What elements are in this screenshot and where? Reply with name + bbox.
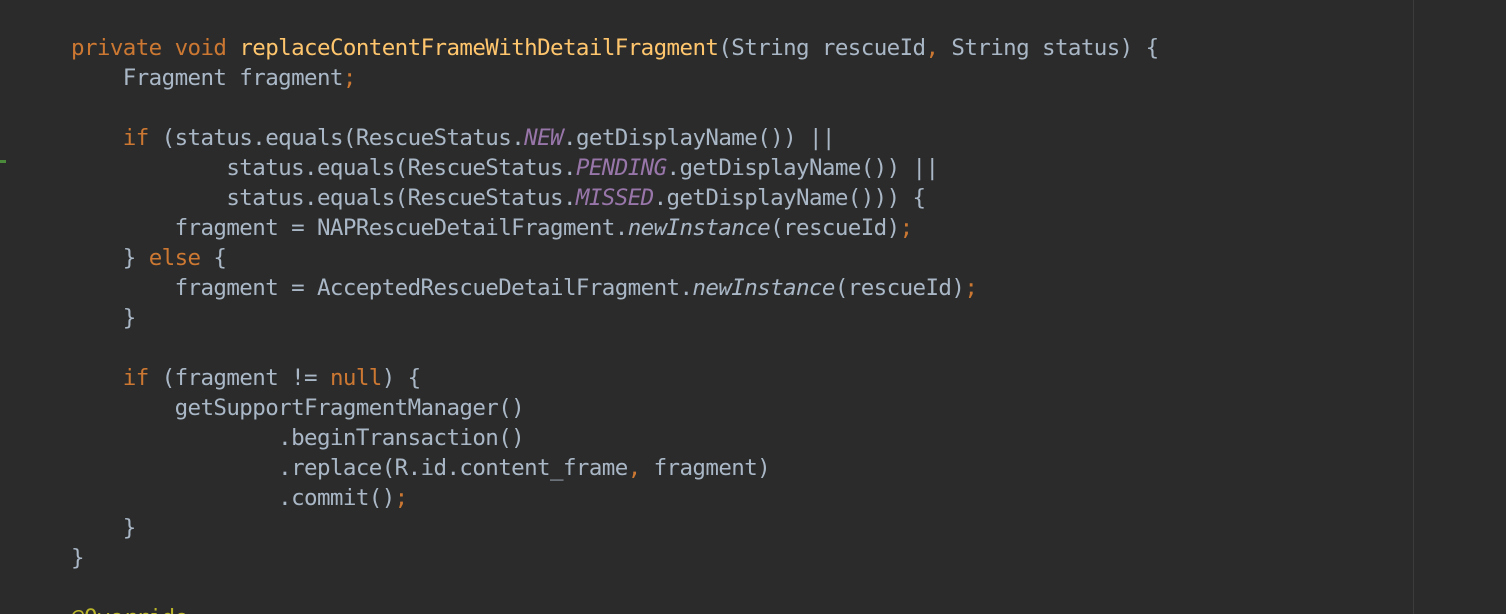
code-token: if — [122, 125, 150, 151]
code-line[interactable]: status.equals(RescueStatus.MISSED.getDis… — [71, 183, 1159, 213]
code-line[interactable]: if (fragment != null) { — [71, 363, 1159, 393]
code-line[interactable]: .replace(R.id.content_frame, fragment) — [71, 453, 1159, 483]
code-token: newInstance — [692, 275, 835, 301]
code-token: fragment = AcceptedRescueDetailFragment. — [71, 275, 693, 301]
code-line[interactable]: status.equals(RescueStatus.PENDING.getDi… — [71, 153, 1159, 183]
code-line[interactable]: .beginTransaction() — [71, 423, 1159, 453]
code-token: .commit() — [71, 485, 395, 511]
code-line[interactable]: fragment = AcceptedRescueDetailFragment.… — [71, 273, 1159, 303]
code-editor[interactable]: private void replaceContentFrameWithDeta… — [0, 0, 1506, 614]
code-line[interactable]: private void replaceContentFrameWithDeta… — [71, 33, 1159, 63]
code-token: , — [925, 35, 939, 61]
code-line[interactable]: .commit(); — [71, 483, 1159, 513]
code-token: } — [71, 245, 149, 271]
code-token: newInstance — [627, 215, 771, 241]
vcs-change-marker — [0, 160, 6, 163]
code-token: getSupportFragmentManager() — [71, 395, 525, 421]
code-token: ; — [394, 485, 409, 511]
code-token: void — [174, 35, 227, 61]
code-token: , — [627, 455, 642, 481]
code-token: (String rescueId — [718, 35, 926, 61]
code-token: NEW — [524, 125, 563, 151]
code-line[interactable]: if (status.equals(RescueStatus.NEW.getDi… — [71, 123, 1159, 153]
code-token: (fragment != — [148, 365, 330, 391]
code-token: } — [71, 515, 137, 541]
code-token: replaceContentFrameWithDetailFragment — [239, 35, 719, 61]
code-token: ; — [342, 65, 357, 91]
code-line[interactable]: } — [71, 303, 1159, 333]
code-token: (rescueId) — [834, 275, 965, 301]
code-token: .getDisplayName())) { — [653, 185, 926, 211]
code-token: ; — [964, 275, 978, 301]
code-token: String status) { — [938, 35, 1159, 61]
code-token: if — [122, 365, 150, 391]
code-block[interactable]: private void replaceContentFrameWithDeta… — [71, 33, 1159, 614]
code-token: PENDING — [575, 155, 667, 181]
code-token: fragment) — [640, 455, 771, 481]
code-token: } — [71, 305, 137, 331]
code-token: .beginTransaction() — [71, 425, 525, 451]
code-line[interactable]: } — [71, 543, 1159, 573]
code-token: status.equals(RescueStatus. — [71, 155, 576, 181]
code-token: fragment = NAPRescueDetailFragment. — [71, 215, 629, 241]
code-token: .replace(R.id.content_frame — [71, 455, 628, 481]
code-token: Fragment fragment — [71, 65, 344, 91]
code-token: .getDisplayName()) || — [666, 155, 939, 181]
code-token: } — [71, 545, 85, 571]
code-token: (status.equals(RescueStatus. — [148, 125, 525, 151]
code-line[interactable]: Fragment fragment; — [71, 63, 1159, 93]
code-token: status.equals(RescueStatus. — [71, 185, 576, 211]
code-token: ; — [899, 215, 914, 241]
code-token: .getDisplayName()) || — [563, 125, 835, 151]
code-token: null — [329, 365, 382, 391]
code-line[interactable]: getSupportFragmentManager() — [71, 393, 1159, 423]
code-line[interactable] — [71, 93, 1159, 123]
right-margin-guide — [1413, 0, 1414, 614]
code-line[interactable] — [71, 333, 1159, 363]
code-token: @Override — [71, 605, 188, 614]
code-line[interactable]: } else { — [71, 243, 1159, 273]
code-token: ) { — [381, 365, 421, 391]
code-token: private — [71, 35, 162, 61]
code-line[interactable]: } — [71, 513, 1159, 543]
code-token: else — [148, 245, 201, 271]
code-token: (rescueId) — [770, 215, 900, 241]
code-token: MISSED — [575, 185, 654, 211]
code-line[interactable]: fragment = NAPRescueDetailFragment.newIn… — [71, 213, 1159, 243]
code-token: { — [200, 245, 227, 271]
code-line[interactable] — [71, 573, 1159, 603]
code-line[interactable]: @Override — [71, 603, 1159, 614]
